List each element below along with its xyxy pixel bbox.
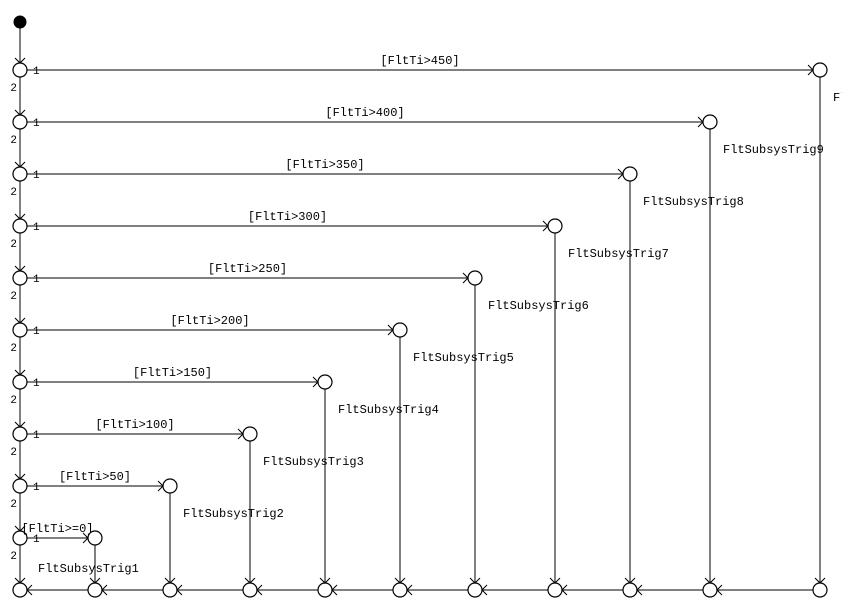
target-node-5 [393,323,407,337]
edge-priority-1-3: 1 [33,222,40,234]
bottom-junction-8 [163,583,177,597]
edge-priority-1-5: 1 [33,326,40,338]
bottom-junction-7 [243,583,257,597]
trigger-label-2: FltSubsysTrig8 [643,195,744,209]
edge-priority-1-6: 1 [33,378,40,390]
trigger-label-1: FltSubsysTrig9 [723,143,824,157]
guard-label-8: [FltTi>50] [59,470,131,484]
bottom-junction-left [13,583,27,597]
guard-label-9: [FltTi>=0] [21,522,93,536]
decision-node-3 [13,219,27,233]
target-node-6 [318,375,332,389]
stateflow-diagram: 1 [FltTi>450] FltSubsysTrig10 2 1 [FltTi>400]… [0,0,842,611]
guard-label-1: [FltTi>400] [325,106,404,120]
edge-priority-2-8: 2 [10,499,17,511]
target-node-9 [88,531,102,545]
edge-priority-1-8: 1 [33,482,40,494]
decision-node-8 [13,479,27,493]
target-node-2 [623,167,637,181]
edge-priority-2-0: 2 [10,83,17,95]
bottom-junction-5 [393,583,407,597]
decision-node-4 [13,271,27,285]
initial-state [14,16,26,28]
trigger-label-9: FltSubsysTrig1 [38,562,139,576]
guard-label-7: [FltTi>100] [95,418,174,432]
edge-priority-2-3: 2 [10,239,17,251]
bottom-junction-2 [623,583,637,597]
edge-priority-2-4: 2 [10,291,17,303]
edge-priority-1-2: 1 [33,170,40,182]
edge-priority-2-1: 2 [10,135,17,147]
trigger-label-8: FltSubsysTrig2 [183,507,284,521]
guard-label-2: [FltTi>350] [285,158,364,172]
bottom-junction-1 [703,583,717,597]
target-node-3 [548,219,562,233]
edge-priority-2-9: 2 [10,551,17,563]
decision-node-1 [13,115,27,129]
edge-priority-2-6: 2 [10,395,17,407]
edge-priority-1-1: 1 [33,118,40,130]
target-node-0 [813,63,827,77]
decision-node-7 [13,427,27,441]
edge-priority-2-5: 2 [10,343,17,355]
bottom-junction-4 [468,583,482,597]
edge-priority-1-0: 1 [33,66,40,78]
bottom-junction-3 [548,583,562,597]
bottom-junction-6 [318,583,332,597]
target-node-7 [243,427,257,441]
trigger-label-0: FltSubsysTrig10 [833,91,842,105]
trigger-label-5: FltSubsysTrig5 [413,351,514,365]
edge-priority-2-7: 2 [10,447,17,459]
target-node-8 [163,479,177,493]
edge-priority-1-4: 1 [33,274,40,286]
guard-label-4: [FltTi>250] [208,262,287,276]
trigger-label-4: FltSubsysTrig6 [488,299,589,313]
decision-node-6 [13,375,27,389]
trigger-label-3: FltSubsysTrig7 [568,247,669,261]
guard-label-0: [FltTi>450] [380,54,459,68]
edge-priority-1-7: 1 [33,430,40,442]
edge-priority-2-2: 2 [10,187,17,199]
decision-node-5 [13,323,27,337]
decision-node-2 [13,167,27,181]
target-node-1 [703,115,717,129]
bottom-junction-0 [813,583,827,597]
trigger-label-7: FltSubsysTrig3 [263,455,364,469]
decision-node-0 [13,63,27,77]
guard-label-3: [FltTi>300] [248,210,327,224]
guard-label-6: [FltTi>150] [133,366,212,380]
bottom-junction-9 [88,583,102,597]
guard-label-5: [FltTi>200] [170,314,249,328]
trigger-label-6: FltSubsysTrig4 [338,403,439,417]
target-node-4 [468,271,482,285]
